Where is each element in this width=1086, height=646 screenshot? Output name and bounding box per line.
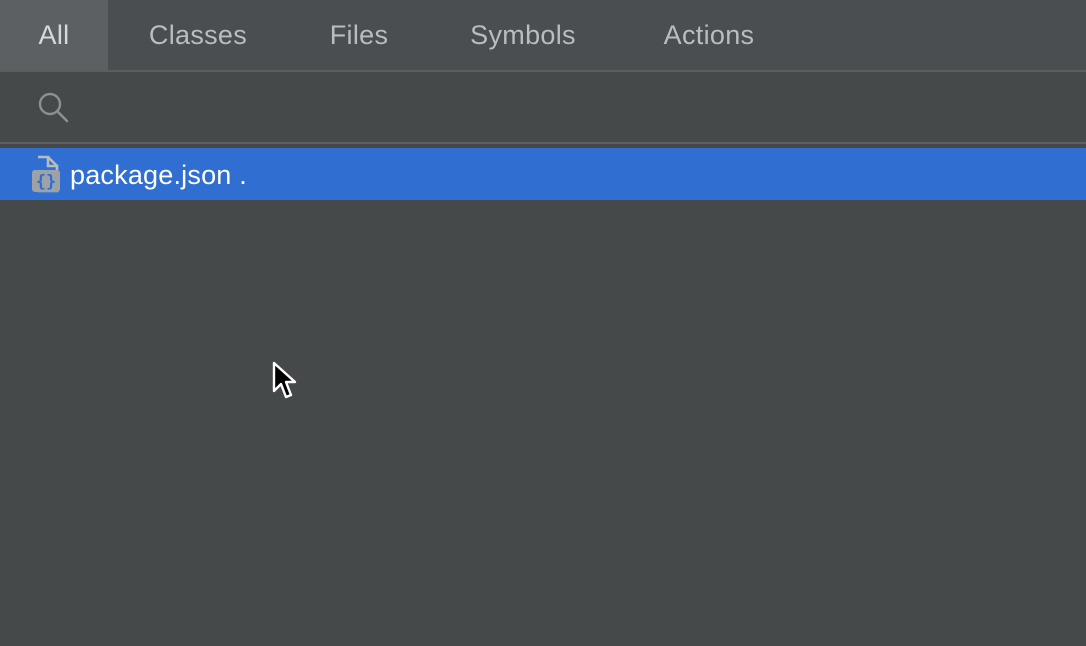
mouse-pointer-icon [272,361,297,399]
tab-actions[interactable]: Actions [616,0,802,70]
tab-classes[interactable]: Classes [108,0,288,70]
tab-symbols[interactable]: Symbols [430,0,616,70]
result-item-package-json[interactable]: {} package.json . [0,148,1086,200]
result-label: package.json . [70,160,247,190]
tab-files[interactable]: Files [288,0,430,70]
search-everywhere-popup: All Classes Files Symbols Actions {} pac… [0,0,1086,646]
search-input[interactable] [86,86,1070,130]
svg-text:{}: {} [36,172,56,192]
results-list: {} package.json . [0,146,1086,646]
tab-all[interactable]: All [0,0,108,70]
json-file-icon: {} [32,155,60,193]
tab-bar: All Classes Files Symbols Actions [0,0,1086,72]
search-bar [0,72,1086,144]
search-icon [38,92,69,123]
